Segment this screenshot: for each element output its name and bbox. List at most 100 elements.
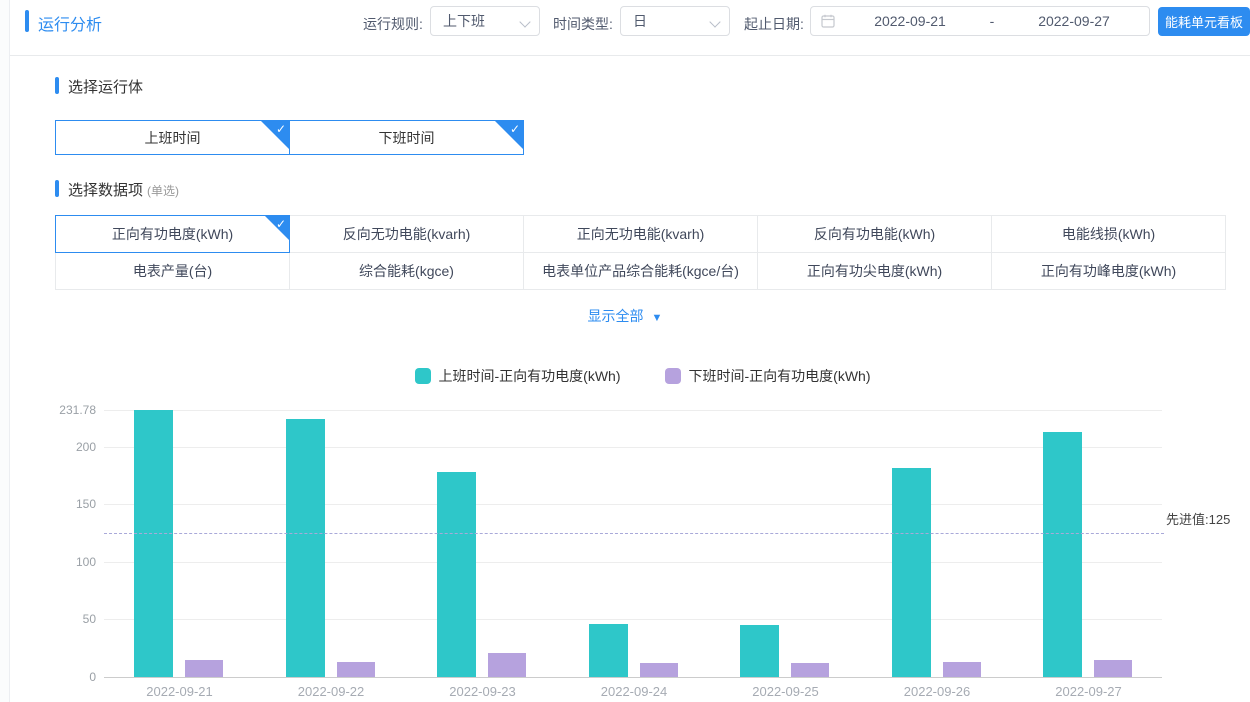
gridline	[104, 410, 1162, 411]
data-item-option-label: 正向有功电度(kWh)	[112, 224, 233, 244]
time-type-label: 时间类型:	[553, 14, 613, 34]
bar	[943, 662, 981, 677]
data-item-option-4[interactable]: 反向有功电能(kWh)	[757, 215, 992, 253]
y-axis-label: 50	[36, 612, 96, 626]
bar	[740, 625, 779, 677]
energy-unit-board-button[interactable]: 能耗单元看板	[1158, 7, 1250, 36]
gridline	[104, 677, 1162, 678]
section-accent-bar	[55, 180, 59, 197]
gridline	[104, 447, 1162, 448]
bar	[437, 472, 476, 677]
data-item-section-title: 选择数据项 (单选)	[68, 179, 179, 200]
data-item-option-label: 正向有功峰电度(kWh)	[1041, 261, 1176, 281]
triangle-down-icon: ▼	[652, 312, 663, 324]
data-item-option-label: 正向有功尖电度(kWh)	[807, 261, 942, 281]
data-item-option-10[interactable]: 正向有功峰电度(kWh)	[991, 252, 1226, 290]
date-end-input[interactable]: 2022-09-27	[999, 13, 1149, 29]
bar	[791, 663, 829, 677]
chevron-down-icon	[519, 16, 530, 27]
header-bar: 运行分析 运行规则: 上下班 时间类型: 日 起止日期: 2022-09-21 …	[0, 0, 1250, 55]
run-body-option-1[interactable]: 上班时间 ✓	[55, 120, 290, 155]
checkmark-icon: ✓	[510, 122, 520, 136]
left-gutter	[0, 0, 10, 702]
bar	[1043, 432, 1082, 677]
x-axis-label: 2022-09-27	[1013, 684, 1164, 699]
y-axis-label: 200	[36, 440, 96, 454]
run-body-option-2[interactable]: 下班时间✓	[289, 120, 524, 155]
chevron-down-icon	[709, 16, 720, 27]
data-item-option-8[interactable]: 电表单位产品综合能耗(kgce/台)	[523, 252, 758, 290]
bar	[589, 624, 628, 677]
x-axis-label: 2022-09-25	[710, 684, 861, 699]
run-body-options: 上班时间 ✓下班时间✓	[55, 120, 524, 155]
x-axis-label: 2022-09-21	[104, 684, 255, 699]
show-all-label: 显示全部	[588, 308, 644, 324]
bar	[640, 663, 678, 677]
data-item-option-label: 电表产量(台)	[133, 261, 212, 281]
checkmark-icon: ✓	[276, 217, 286, 231]
date-start-input[interactable]: 2022-09-21	[835, 13, 985, 29]
data-item-option-9[interactable]: 正向有功尖电度(kWh)	[757, 252, 992, 290]
data-item-option-5[interactable]: 电能线损(kWh)	[991, 215, 1226, 253]
x-axis-label: 2022-09-26	[862, 684, 1013, 699]
rule-label: 运行规则:	[363, 14, 423, 34]
show-all-toggle[interactable]: 显示全部 ▼	[0, 306, 1250, 326]
y-axis-label: 150	[36, 497, 96, 511]
bar	[185, 660, 223, 677]
rule-select-value: 上下班	[443, 11, 485, 31]
checkmark-icon: ✓	[276, 122, 286, 136]
gridline	[104, 562, 1162, 563]
data-item-option-label: 综合能耗(kgce)	[359, 261, 454, 281]
run-body-section-title: 选择运行体	[68, 76, 143, 97]
date-range-picker[interactable]: 2022-09-21 - 2022-09-27	[810, 6, 1150, 36]
data-item-option-label: 电能线损(kWh)	[1062, 224, 1155, 244]
bar	[286, 419, 325, 677]
bar	[134, 410, 173, 677]
y-axis-label: 231.78	[36, 403, 96, 417]
data-item-option-1[interactable]: 正向有功电度(kWh) ✓	[55, 215, 290, 253]
bar	[488, 653, 526, 677]
date-range-label: 起止日期:	[744, 14, 804, 34]
chart-legend: 上班时间-正向有功电度(kWh) 下班时间-正向有功电度(kWh)	[0, 366, 1250, 386]
bar	[892, 468, 931, 677]
reference-line	[104, 533, 1164, 534]
x-axis-label: 2022-09-22	[256, 684, 407, 699]
legend-item-2[interactable]: 下班时间-正向有功电度(kWh)	[665, 366, 871, 386]
data-item-option-label: 电表单位产品综合能耗(kgce/台)	[542, 261, 739, 281]
calendar-icon	[821, 14, 835, 28]
y-axis-label: 0	[36, 670, 96, 684]
data-item-option-label: 反向无功电能(kvarh)	[343, 224, 471, 244]
data-item-section-title-suffix: (单选)	[147, 184, 179, 198]
data-item-section-title-text: 选择数据项	[68, 182, 143, 199]
x-axis-label: 2022-09-23	[407, 684, 558, 699]
date-separator: -	[985, 13, 999, 29]
legend-label: 上班时间-正向有功电度(kWh)	[439, 366, 621, 386]
gridline	[104, 504, 1162, 505]
data-item-option-6[interactable]: 电表产量(台)	[55, 252, 290, 290]
bar	[337, 662, 375, 677]
header-divider	[10, 55, 1250, 56]
data-item-option-label: 正向无功电能(kvarh)	[577, 224, 705, 244]
legend-swatch	[415, 368, 431, 384]
reference-line-label: 先进值:125	[1166, 509, 1230, 528]
gridline	[104, 619, 1162, 620]
data-item-grid: 正向有功电度(kWh) ✓ 反向无功电能(kvarh) 正向无功电能(kvarh) 反向…	[55, 215, 1231, 289]
page-title: 运行分析	[38, 11, 102, 35]
legend-item-1[interactable]: 上班时间-正向有功电度(kWh)	[415, 366, 621, 386]
rule-select[interactable]: 上下班	[430, 6, 540, 36]
data-item-option-label: 反向有功电能(kWh)	[814, 224, 935, 244]
x-axis-label: 2022-09-24	[559, 684, 710, 699]
data-item-option-7[interactable]: 综合能耗(kgce)	[289, 252, 524, 290]
time-type-select[interactable]: 日	[620, 6, 730, 36]
data-item-option-2[interactable]: 反向无功电能(kvarh)	[289, 215, 524, 253]
operation-analysis-page: 运行分析 运行规则: 上下班 时间类型: 日 起止日期: 2022-09-21 …	[0, 0, 1250, 702]
legend-swatch	[665, 368, 681, 384]
data-item-option-3[interactable]: 正向无功电能(kvarh)	[523, 215, 758, 253]
title-accent-bar	[25, 10, 29, 32]
run-body-option-label: 上班时间	[145, 128, 201, 148]
bar	[1094, 660, 1132, 677]
section-accent-bar	[55, 77, 59, 94]
legend-label: 下班时间-正向有功电度(kWh)	[689, 366, 871, 386]
bar-chart: 050100150200231.782022-09-212022-09-2220…	[0, 0, 1250, 702]
y-axis-label: 100	[36, 555, 96, 569]
